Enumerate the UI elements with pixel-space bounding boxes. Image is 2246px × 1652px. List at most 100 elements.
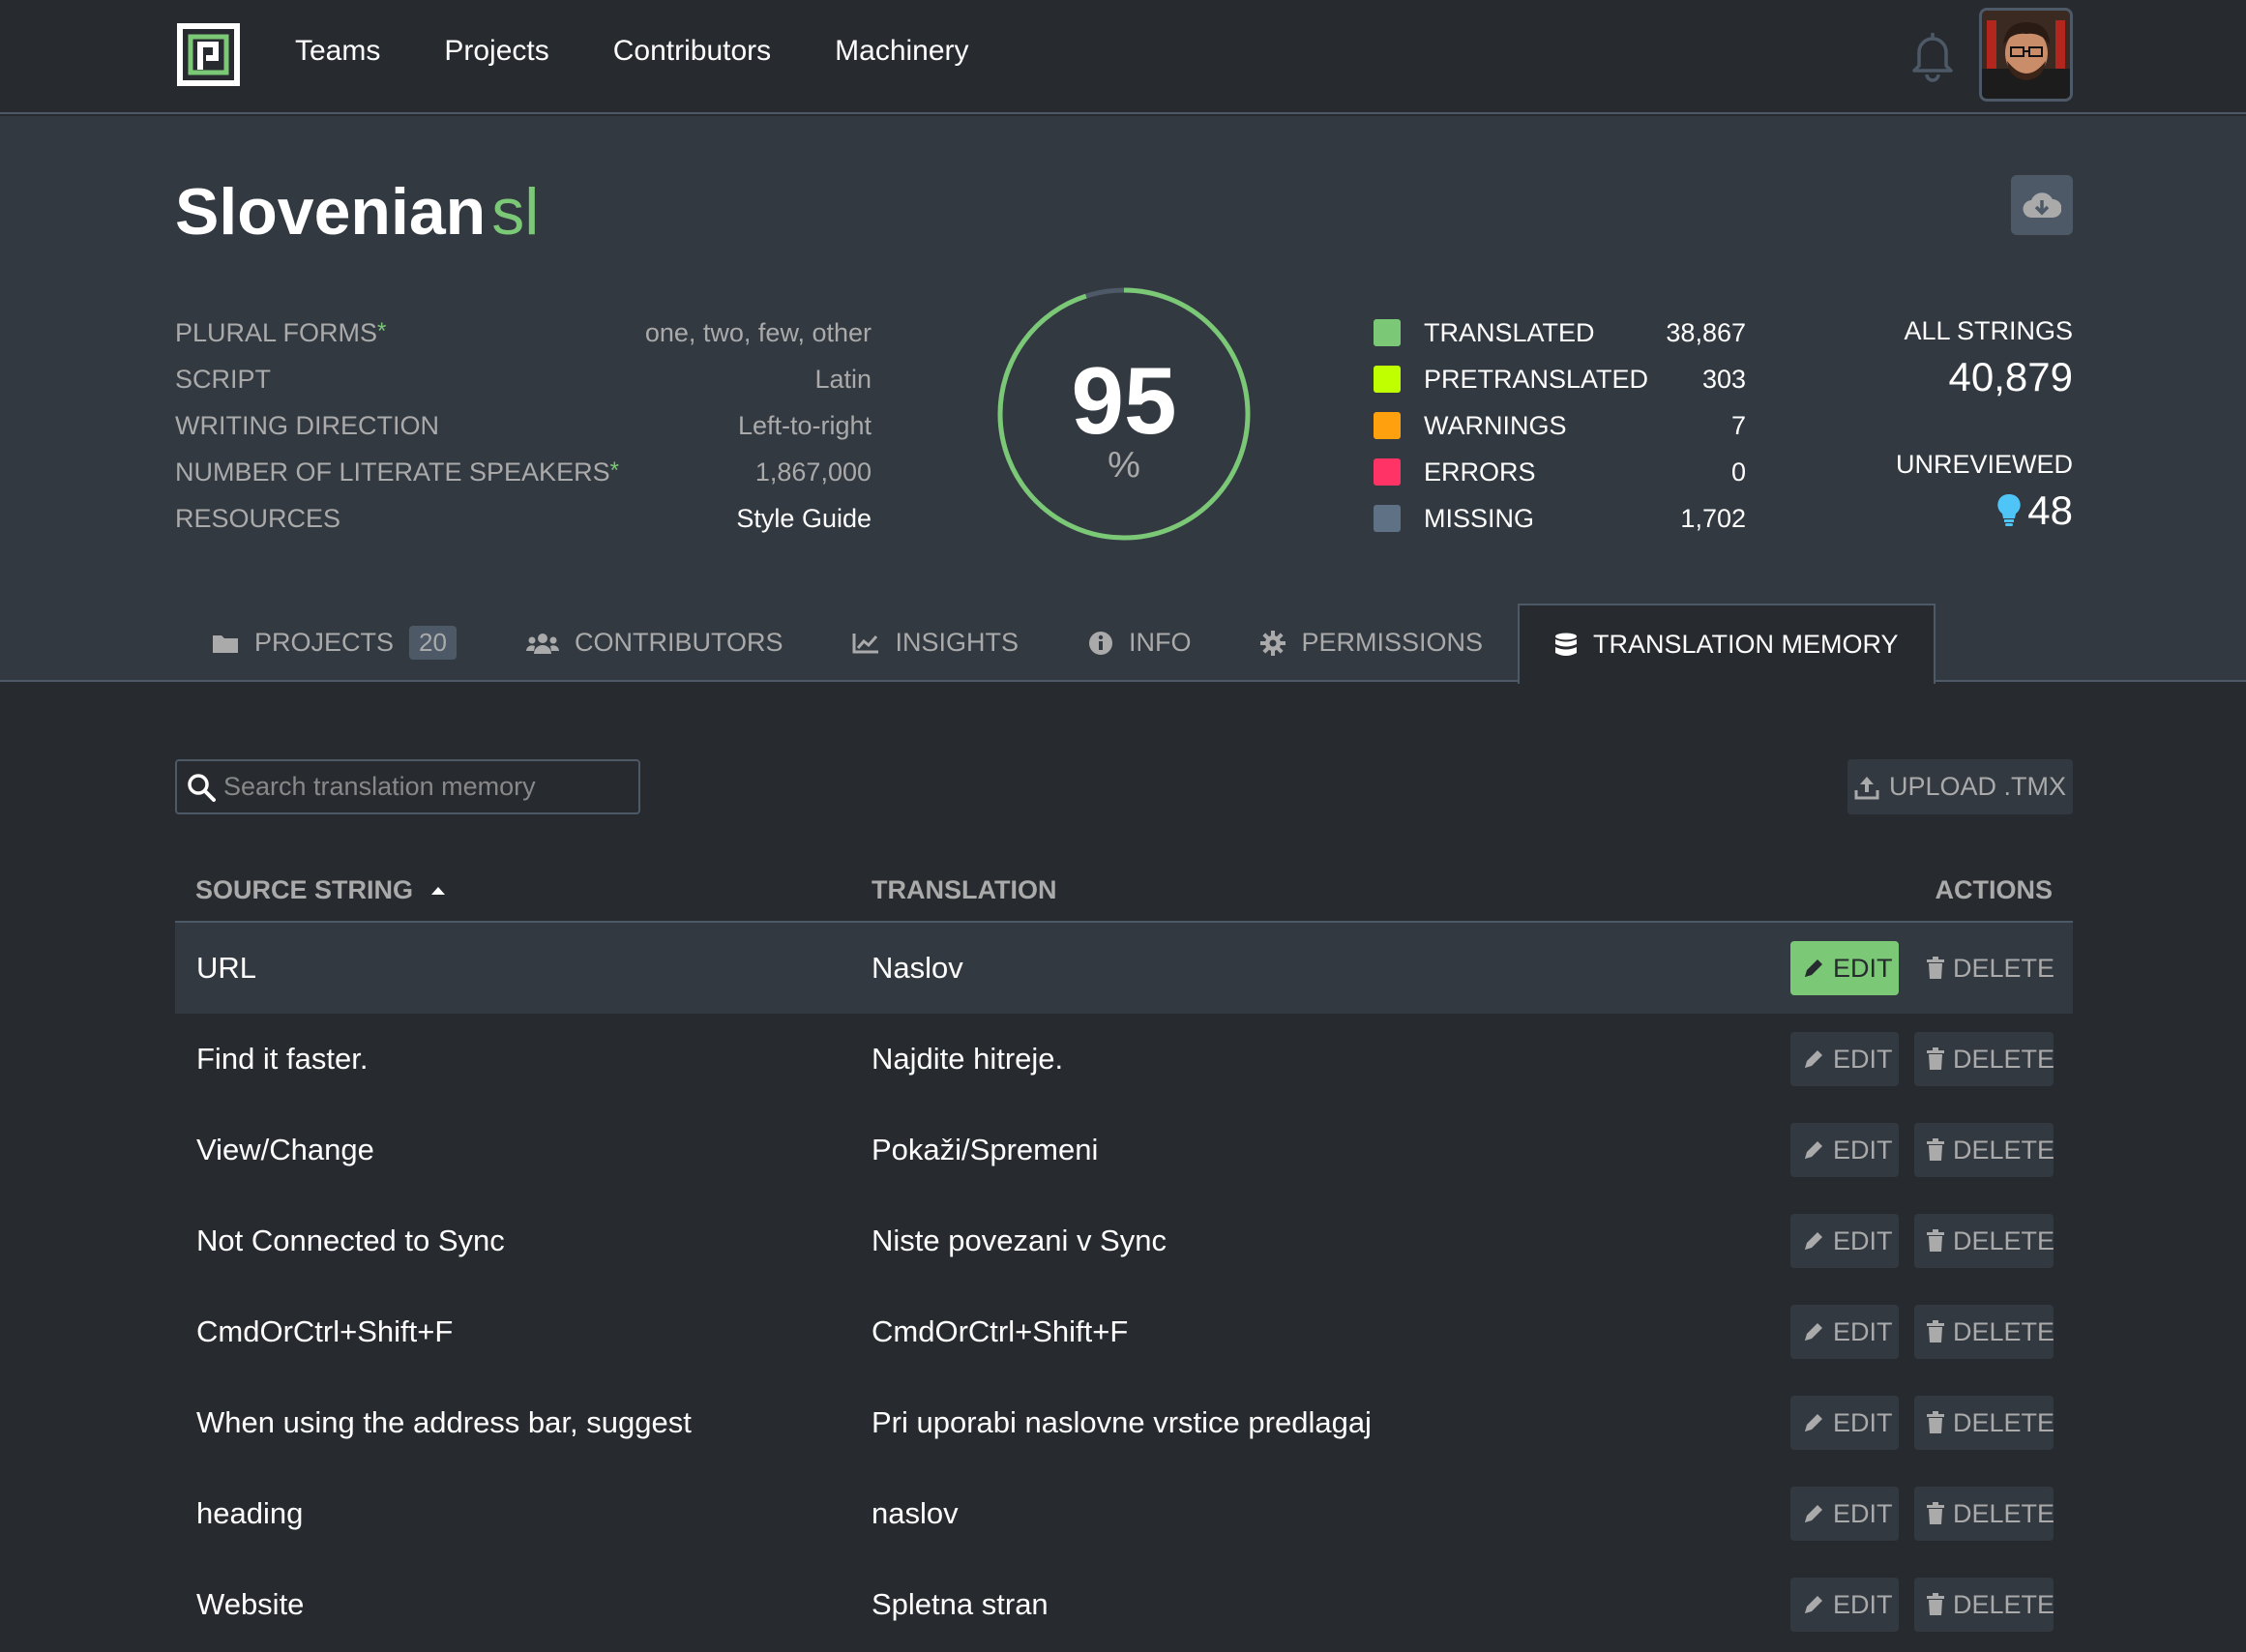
- all-strings-value[interactable]: 40,879: [1838, 352, 2073, 402]
- delete-button[interactable]: DELETE: [1914, 1578, 2054, 1632]
- pencil-icon: [1802, 1229, 1825, 1253]
- pencil-icon: [1802, 1593, 1825, 1616]
- unreviewed-value[interactable]: 48: [1838, 486, 2073, 536]
- translation-cell: Spletna stran: [872, 1587, 1049, 1621]
- row-actions: EDIT DELETE: [1763, 941, 2073, 995]
- delete-button[interactable]: DELETE: [1914, 941, 2054, 995]
- legend-label: PRETRANSLATED: [1424, 364, 1649, 394]
- nav-projects[interactable]: Projects: [444, 35, 548, 68]
- tab-insights[interactable]: INSIGHTS: [817, 604, 1053, 682]
- locale-info: PLURAL FORMS* one, two, few, other SCRIP…: [175, 310, 872, 542]
- search-box: [175, 759, 640, 814]
- trash-icon: [1926, 1047, 1945, 1071]
- legend-value: 38,867: [1666, 317, 1746, 347]
- stats-legend: TRANSLATED 38,867 PRETRANSLATED 303 WARN…: [1374, 310, 1746, 542]
- source-string-cell: heading: [196, 1496, 304, 1530]
- delete-button[interactable]: DELETE: [1914, 1396, 2054, 1450]
- upload-tmx-button[interactable]: UPLOAD .TMX: [1847, 759, 2073, 814]
- progress-chart: 95 %: [996, 286, 1252, 542]
- bell-icon[interactable]: [1906, 27, 1960, 83]
- tab-info[interactable]: INFO: [1053, 604, 1226, 682]
- row-actions: EDIT DELETE: [1763, 1396, 2073, 1450]
- edit-button[interactable]: EDIT: [1790, 1578, 1899, 1632]
- legend-swatch: [1374, 319, 1401, 346]
- pencil-icon: [1802, 1320, 1825, 1343]
- info-label: SCRIPT: [175, 364, 272, 394]
- chart-icon: [852, 633, 879, 654]
- gear-icon: [1260, 630, 1286, 656]
- tab-label: INSIGHTS: [895, 628, 1019, 657]
- legend-missing[interactable]: MISSING 1,702: [1374, 495, 1746, 542]
- tab-permissions[interactable]: PERMISSIONS: [1226, 604, 1518, 682]
- table-row: Find it faster. Najdite hitreje. EDIT DE…: [175, 1014, 2073, 1105]
- nav-contributors[interactable]: Contributors: [613, 35, 771, 68]
- trash-icon: [1926, 1138, 1945, 1162]
- progress-unit: %: [1108, 445, 1140, 486]
- edit-button[interactable]: EDIT: [1790, 1305, 1899, 1359]
- locale-name: Slovenian: [175, 175, 487, 249]
- user-avatar[interactable]: [1979, 8, 2073, 102]
- translation-header[interactable]: TRANSLATION: [872, 875, 1783, 905]
- source-string-cell: Not Connected to Sync: [196, 1224, 505, 1257]
- edit-button[interactable]: EDIT: [1790, 1396, 1899, 1450]
- search-input[interactable]: [223, 772, 610, 802]
- download-button[interactable]: [2011, 175, 2073, 235]
- style-guide-link[interactable]: Style Guide: [736, 504, 872, 534]
- locale-header: Sloveniansl PLURAL FORMS* one, two, few,…: [0, 116, 2246, 684]
- edit-label: EDIT: [1833, 1225, 1893, 1255]
- edit-button[interactable]: EDIT: [1790, 1032, 1899, 1086]
- table-header: SOURCE STRING TRANSLATION ACTIONS: [175, 859, 2073, 923]
- table-row: URL Naslov EDIT DELETE: [175, 923, 2073, 1014]
- tab-label: PROJECTS: [254, 628, 395, 657]
- info-label: PLURAL FORMS: [175, 317, 378, 347]
- legend-label: MISSING: [1424, 503, 1535, 533]
- info-label: NUMBER OF LITERATE SPEAKERS: [175, 457, 610, 487]
- delete-button[interactable]: DELETE: [1914, 1214, 2054, 1268]
- table-row: Not Connected to Sync Niste povezani v S…: [175, 1195, 2073, 1286]
- translation-cell: Pri uporabi naslovne vrstice predlagaj: [872, 1405, 1372, 1439]
- tab-contributors[interactable]: CONTRIBUTORS: [491, 604, 818, 682]
- table-row: Website Spletna stran EDIT DELETE: [175, 1559, 2073, 1650]
- delete-button[interactable]: DELETE: [1914, 1032, 2054, 1086]
- nav-machinery[interactable]: Machinery: [835, 35, 968, 68]
- edit-label: EDIT: [1833, 1498, 1893, 1528]
- cloud-download-icon: [2023, 192, 2061, 219]
- source-string-cell: When using the address bar, suggest: [196, 1405, 692, 1439]
- info-row-speakers: NUMBER OF LITERATE SPEAKERS* 1,867,000: [175, 449, 872, 495]
- tab-translation-memory[interactable]: TRANSLATION MEMORY: [1518, 604, 1936, 684]
- edit-label: EDIT: [1833, 1589, 1893, 1619]
- delete-button[interactable]: DELETE: [1914, 1305, 2054, 1359]
- upload-label: UPLOAD .TMX: [1888, 772, 2067, 801]
- pencil-icon: [1802, 1411, 1825, 1434]
- delete-button[interactable]: DELETE: [1914, 1123, 2054, 1177]
- upload-icon: [1854, 775, 1879, 800]
- edit-button[interactable]: EDIT: [1790, 1487, 1899, 1541]
- edit-button[interactable]: EDIT: [1790, 1123, 1899, 1177]
- row-actions: EDIT DELETE: [1763, 1123, 2073, 1177]
- nav-teams[interactable]: Teams: [295, 35, 380, 68]
- legend-value: 303: [1701, 364, 1746, 394]
- legend-translated[interactable]: TRANSLATED 38,867: [1374, 310, 1746, 356]
- info-value: 1,867,000: [754, 457, 872, 487]
- pontoon-logo[interactable]: [177, 23, 240, 86]
- lightbulb-icon: [1997, 493, 2021, 526]
- table-row: heading naslov EDIT DELETE: [175, 1468, 2073, 1559]
- table-row: CmdOrCtrl+Shift+F CmdOrCtrl+Shift+F EDIT…: [175, 1286, 2073, 1377]
- tab-projects[interactable]: PROJECTS 20: [177, 604, 491, 682]
- legend-errors[interactable]: ERRORS 0: [1374, 449, 1746, 495]
- info-row-writing-direction: WRITING DIRECTION Left-to-right: [175, 402, 872, 449]
- edit-label: EDIT: [1833, 1044, 1893, 1074]
- users-icon: [525, 632, 559, 655]
- source-string-cell: View/Change: [196, 1133, 374, 1166]
- delete-button[interactable]: DELETE: [1914, 1487, 2054, 1541]
- actions-header: ACTIONS: [1935, 874, 2054, 904]
- asterisk: *: [609, 457, 619, 484]
- delete-label: DELETE: [1953, 953, 2055, 983]
- info-row-script: SCRIPT Latin: [175, 356, 872, 402]
- legend-pretranslated[interactable]: PRETRANSLATED 303: [1374, 356, 1746, 402]
- edit-button[interactable]: EDIT: [1790, 941, 1899, 995]
- legend-warnings[interactable]: WARNINGS 7: [1374, 402, 1746, 449]
- legend-swatch: [1374, 458, 1401, 486]
- edit-button[interactable]: EDIT: [1790, 1214, 1899, 1268]
- source-string-header[interactable]: SOURCE STRING: [175, 875, 872, 905]
